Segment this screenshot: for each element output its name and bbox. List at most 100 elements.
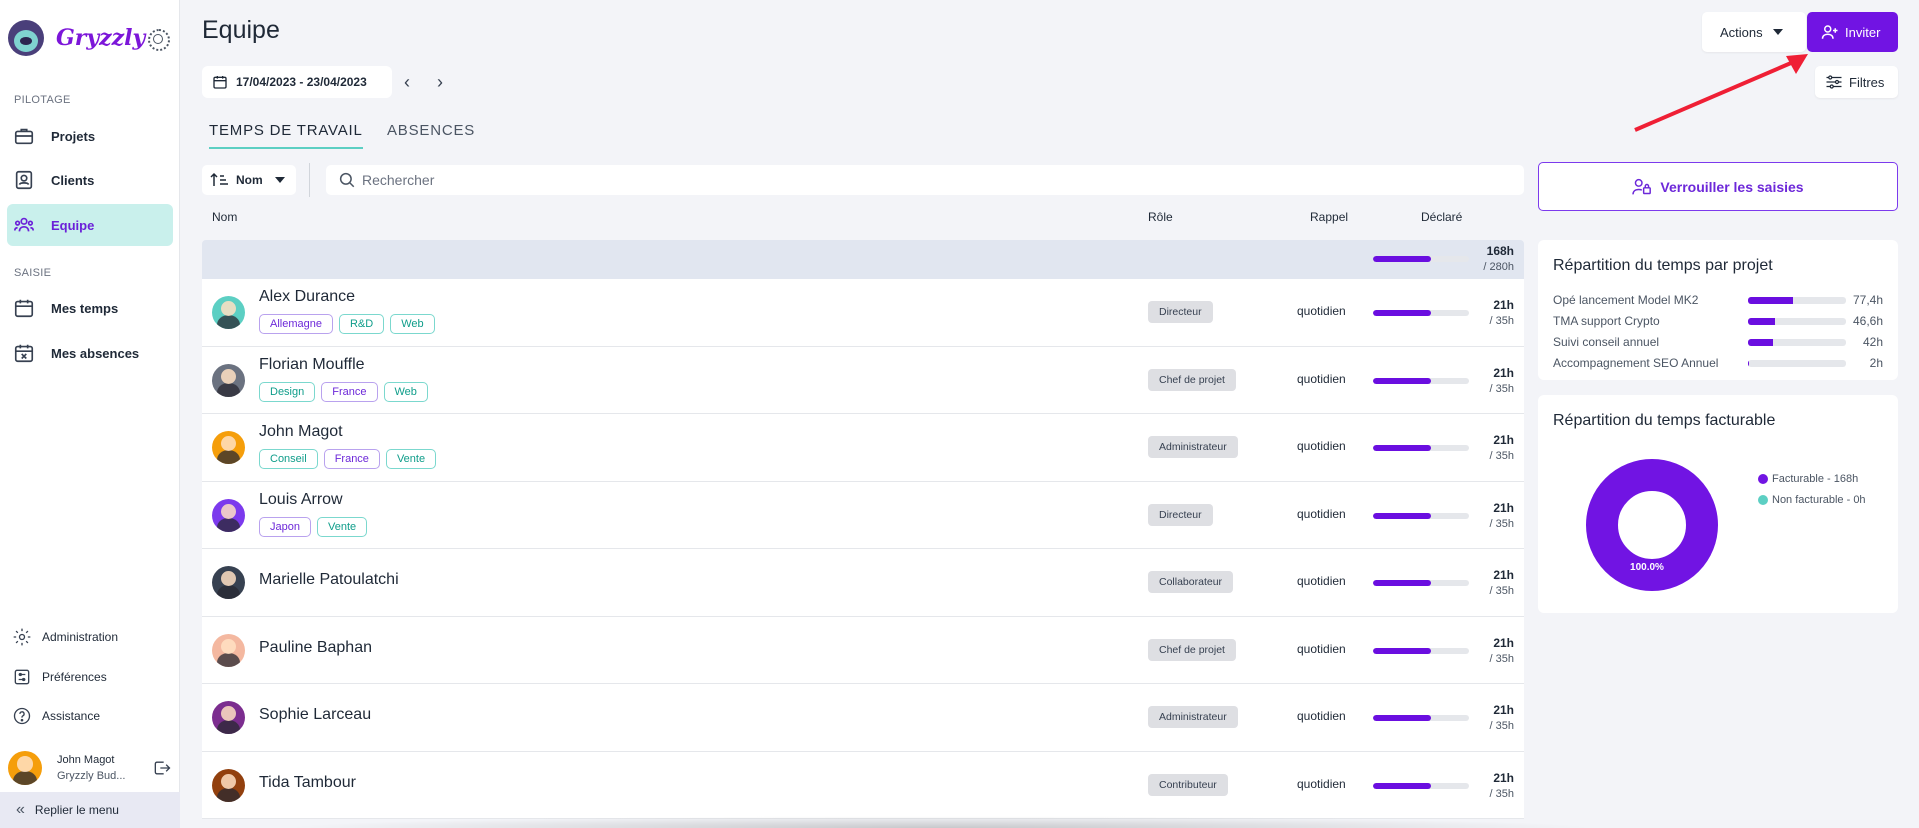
member-name[interactable]: Pauline Baphan xyxy=(259,639,372,657)
reminder-value[interactable]: quotidien xyxy=(1297,439,1346,453)
project-progress-bar xyxy=(1748,338,1846,346)
tab-absences[interactable]: ABSENCES xyxy=(387,122,475,147)
progress-fill xyxy=(1373,782,1431,789)
member-name[interactable]: Tida Tambour xyxy=(259,774,356,792)
search-box[interactable] xyxy=(326,165,1524,195)
preferences-icon xyxy=(12,667,32,687)
lock-entries-button[interactable]: Verrouiller les saisies xyxy=(1538,162,1898,211)
reminder-value[interactable]: quotidien xyxy=(1297,507,1346,521)
tag[interactable]: R&D xyxy=(338,314,385,334)
target-hours: / 35h xyxy=(1489,652,1514,665)
search-input[interactable] xyxy=(362,172,1262,188)
tag[interactable]: Design xyxy=(259,381,316,402)
tag[interactable]: Japon xyxy=(259,516,311,537)
previous-week-button[interactable]: ‹ xyxy=(395,70,419,94)
invite-button[interactable]: Inviter xyxy=(1807,12,1898,52)
reminder-value[interactable]: quotidien xyxy=(1297,709,1346,723)
sidebar-item-projets[interactable]: Projets xyxy=(7,115,173,157)
sidebar-item-assistance[interactable]: Assistance xyxy=(12,702,100,730)
tag[interactable]: France xyxy=(321,381,378,402)
role-badge: Directeur xyxy=(1148,503,1213,526)
table-row[interactable]: John Magot Conseil France Vente Administrate… xyxy=(202,414,1524,482)
project-progress-fill xyxy=(1748,338,1773,346)
progress-bar xyxy=(1373,580,1469,586)
total-target: / 280h xyxy=(1483,261,1514,273)
reminder-value[interactable]: quotidien xyxy=(1297,372,1346,386)
member-name[interactable]: John Magot xyxy=(259,423,343,441)
column-header-declared[interactable]: Déclaré xyxy=(1421,210,1462,224)
sidebar-item-mes-absences[interactable]: Mes absences xyxy=(7,332,173,374)
date-range-picker[interactable]: 17/04/2023 - 23/04/2023 xyxy=(202,66,392,98)
progress-bar xyxy=(1373,512,1469,519)
actions-button[interactable]: Actions xyxy=(1702,12,1806,52)
project-hours: 46,6h xyxy=(1852,314,1883,328)
tab-temps-de-travail[interactable]: TEMPS DE TRAVAIL xyxy=(209,122,363,149)
reminder-value[interactable]: quotidien xyxy=(1297,642,1346,656)
sun-icon[interactable] xyxy=(148,29,170,51)
column-header-reminder[interactable]: Rappel xyxy=(1310,210,1348,224)
sort-icon xyxy=(210,172,228,186)
project-row: TMA support Crypto 46,6h xyxy=(1553,312,1883,330)
tag[interactable]: Conseil xyxy=(259,449,318,469)
target-hours: / 35h xyxy=(1489,517,1514,530)
tag[interactable]: Web xyxy=(383,381,428,402)
app-logo-text[interactable]: Gryzzly xyxy=(56,25,145,51)
table-row[interactable]: Florian Mouffle Design France Web Chef de pr… xyxy=(202,346,1524,414)
filters-button[interactable]: Filtres xyxy=(1815,66,1898,98)
member-name[interactable]: Marielle Patoulatchi xyxy=(259,571,399,589)
table-row[interactable]: Tida Tambour Contributeur quotidien 21h / 35… xyxy=(202,751,1524,819)
gryzzly-logo-icon[interactable] xyxy=(8,20,44,56)
sidebar-item-preferences[interactable]: Préférences xyxy=(12,663,107,691)
project-hours: 77,4h xyxy=(1852,293,1883,307)
donut-percentage-label: 100.0% xyxy=(1630,562,1664,573)
sidebar-item-administration[interactable]: Administration xyxy=(12,623,118,651)
sidebar-item-clients[interactable]: Clients xyxy=(7,159,173,201)
next-week-button[interactable]: › xyxy=(428,70,452,94)
reminder-value[interactable]: quotidien xyxy=(1297,304,1346,318)
tag[interactable]: Allemagne xyxy=(259,314,333,334)
tag[interactable]: France xyxy=(323,449,380,469)
member-name[interactable]: Florian Mouffle xyxy=(259,356,365,374)
table-row[interactable]: Marielle Patoulatchi Collaborateur quotidi… xyxy=(202,549,1524,617)
project-hours: 42h xyxy=(1862,335,1883,349)
calendar-x-icon xyxy=(13,342,35,364)
sort-dropdown[interactable]: Nom xyxy=(202,165,296,195)
logo-row: Gryzzly xyxy=(8,18,172,58)
table-row[interactable]: Sophie Larceau Administrateur quotidien 21h… xyxy=(202,684,1524,752)
member-name[interactable]: Sophie Larceau xyxy=(259,706,371,724)
reminder-value[interactable]: quotidien xyxy=(1297,777,1346,791)
bottom-shadow xyxy=(280,816,1600,828)
red-arrow-annotation xyxy=(1634,54,1808,132)
table-row[interactable]: Louis Arrow Japon Vente Directeur quotidien 2… xyxy=(202,481,1524,549)
logout-icon[interactable] xyxy=(152,758,172,778)
sidebar-item-mes-temps[interactable]: Mes temps xyxy=(7,287,173,329)
role-badge: Contributeur xyxy=(1148,773,1228,796)
collapse-menu-button[interactable]: « Replier le menu xyxy=(0,792,180,828)
reminder-value[interactable]: quotidien xyxy=(1297,574,1346,588)
tag[interactable]: Vente xyxy=(385,449,437,469)
user-block[interactable]: John Magot Gryzzly Bud... xyxy=(8,748,172,788)
member-name[interactable]: Louis Arrow xyxy=(259,491,343,509)
progress-fill xyxy=(1373,310,1431,316)
sort-label: Nom xyxy=(236,173,263,187)
project-name: Opé lancement Model MK2 xyxy=(1553,293,1699,307)
tag[interactable]: Web xyxy=(390,314,435,334)
tag[interactable]: Vente xyxy=(316,516,368,537)
table-row[interactable]: Alex Durance Allemagne R&D Web Directeur quot… xyxy=(202,279,1524,347)
member-name[interactable]: Alex Durance xyxy=(259,288,355,306)
target-hours: / 35h xyxy=(1489,787,1514,800)
progress-bar xyxy=(1373,445,1469,451)
donut-segment-billable[interactable] xyxy=(1586,459,1718,591)
sidebar-item-equipe[interactable]: Equipe xyxy=(7,204,173,246)
tag-list: Japon Vente xyxy=(259,516,368,537)
progress-fill xyxy=(1373,377,1431,384)
double-chevron-left-icon: « xyxy=(16,801,25,818)
column-header-role[interactable]: Rôle xyxy=(1148,210,1173,224)
user-lock-icon xyxy=(1632,178,1652,194)
target-hours: / 35h xyxy=(1489,382,1514,395)
column-header-name[interactable]: Nom xyxy=(212,210,237,224)
table-row[interactable]: Pauline Baphan Chef de projet quotidien 21h… xyxy=(202,616,1524,684)
legend-non-billable[interactable]: Non facturable - 0h xyxy=(1758,494,1866,506)
legend-billable[interactable]: Facturable - 168h xyxy=(1758,473,1858,485)
filter-sliders-icon xyxy=(1826,75,1842,89)
